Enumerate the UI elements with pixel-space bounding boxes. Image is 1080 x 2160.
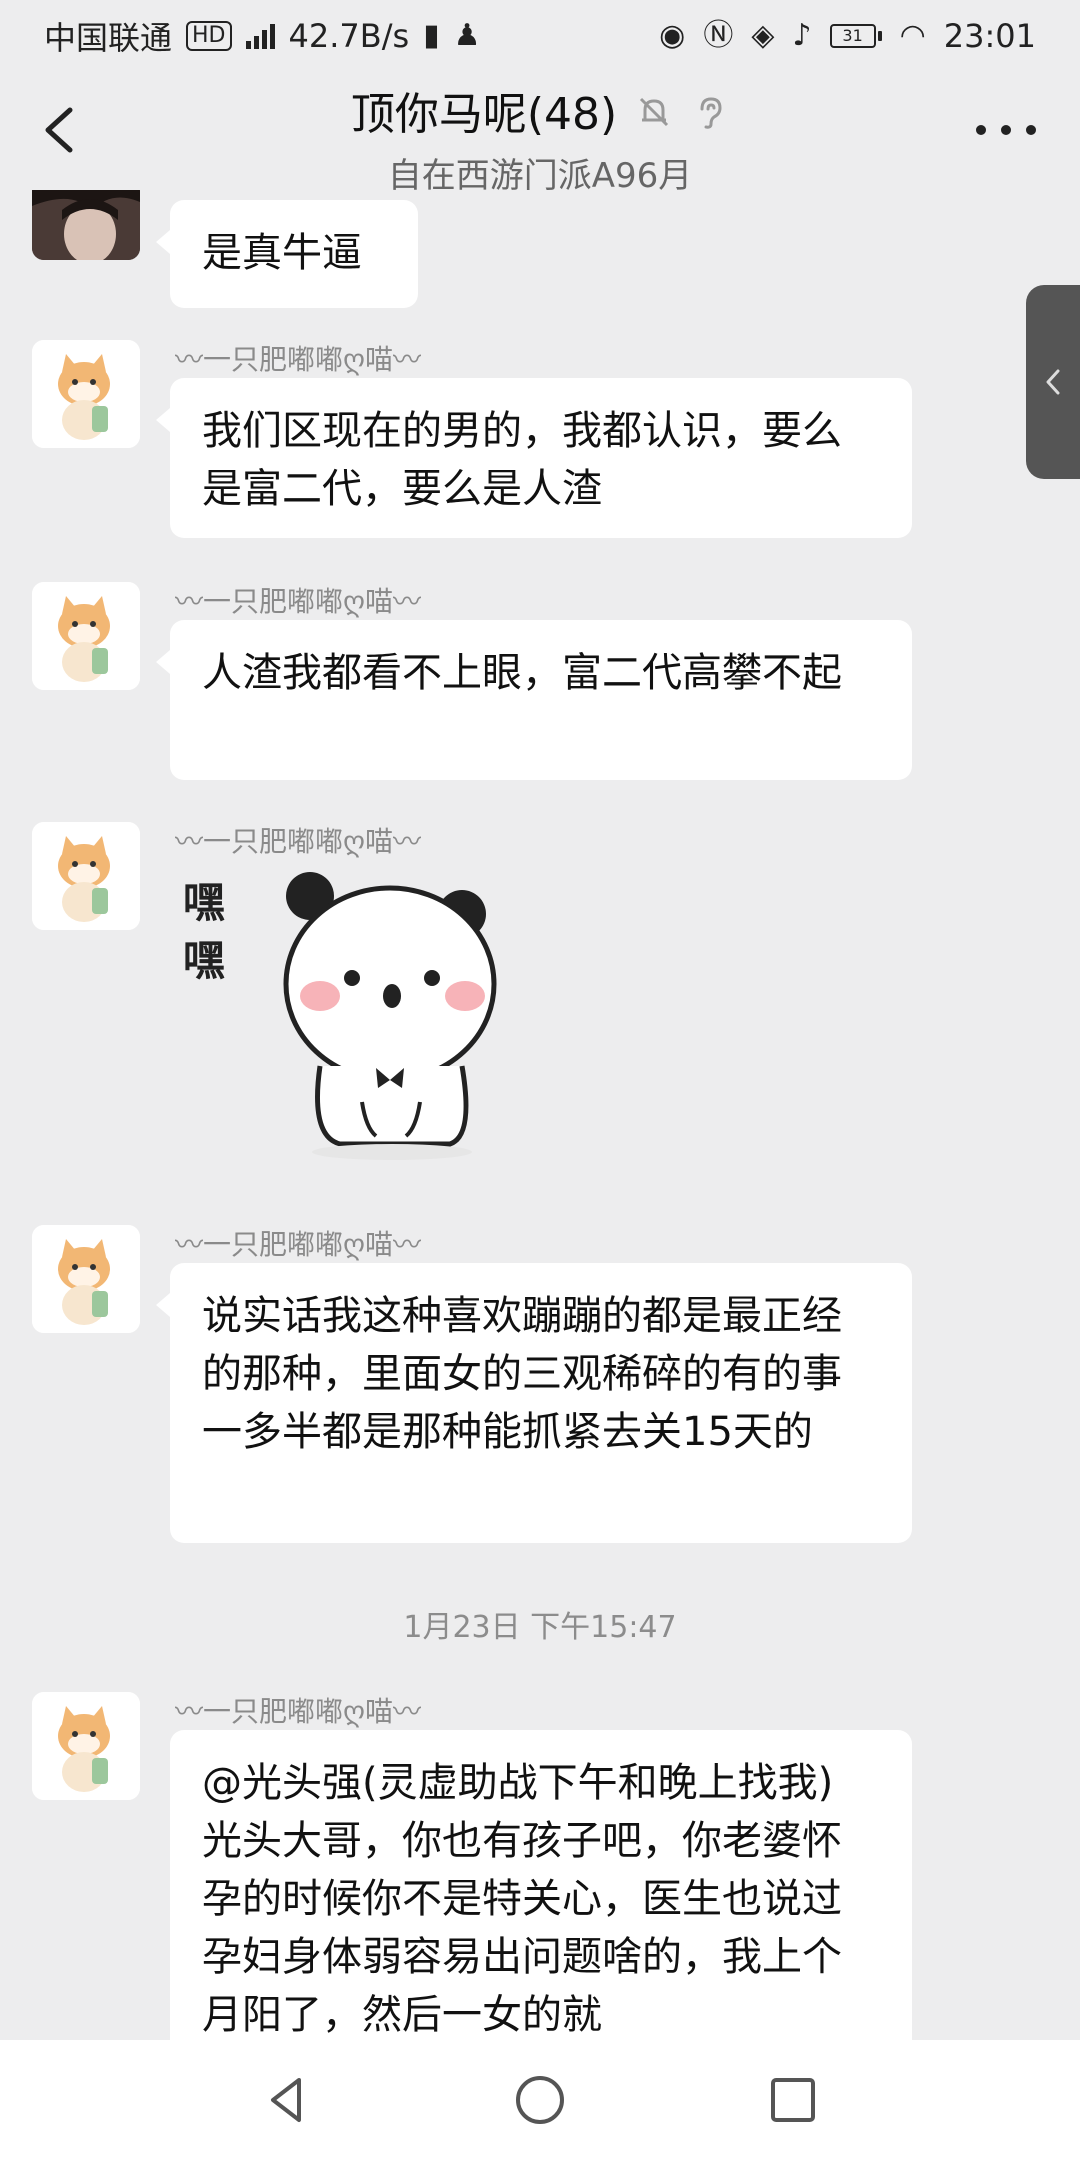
chat-header: 顶你马呢(48) 自在西游门派A96月	[0, 72, 1080, 196]
carrier-label: 中国联通	[44, 19, 173, 57]
avatar[interactable]	[32, 190, 140, 260]
timestamp: 1月23日 下午15:47	[403, 1610, 677, 1645]
eye-icon: ◉	[659, 18, 686, 53]
vibrate-icon: ◈	[751, 18, 775, 53]
message-text: @光头强(灵虚助战下午和晚上找我) 光头大哥，你也有孩子吧，你老婆怀孕的时候你不…	[202, 1760, 842, 2038]
qq-icon: ♟	[453, 18, 481, 53]
chevron-left-icon	[1046, 369, 1060, 395]
sender-name: 〰一只肥嘟嘟ღ喵〰	[175, 825, 422, 858]
clock: 23:01	[943, 17, 1036, 55]
message-list[interactable]: 是真牛逼 〰一只肥嘟嘟ღ喵〰 我们区现在的男的，我都认识，要么是富二代，要么是人…	[0, 190, 1080, 2040]
battery-saver-icon: ▮	[423, 18, 440, 53]
nfc-icon: Ⓝ	[703, 18, 734, 53]
message-text: 是真牛逼	[202, 230, 362, 276]
nav-back-button[interactable]	[257, 2070, 317, 2130]
message-bubble[interactable]: @光头强(灵虚助战下午和晚上找我) 光头大哥，你也有孩子吧，你老婆怀孕的时候你不…	[170, 1730, 912, 2040]
side-drawer-tab[interactable]	[1026, 285, 1080, 479]
message-bubble[interactable]: 我们区现在的男的，我都认识，要么是富二代，要么是人渣	[156, 378, 912, 538]
message-bubble[interactable]: 是真牛逼	[156, 200, 418, 308]
sticker-caption: 嘿嘿	[182, 878, 225, 985]
message-bubble[interactable]: 人渣我都看不上眼，富二代高攀不起	[156, 620, 912, 780]
message-bubble[interactable]: 说实话我这种喜欢蹦蹦的都是最正经的那种，里面女的三观稀碎的有的事一多半都是那种能…	[156, 1263, 912, 1543]
triangle-back-icon	[270, 2078, 301, 2122]
hd-badge: HD	[186, 21, 232, 51]
avatar[interactable]	[32, 340, 140, 448]
avatar[interactable]	[32, 822, 140, 930]
network-speed: 42.7B/s	[288, 17, 410, 55]
wifi-icon: ◠	[899, 18, 926, 53]
circle-home-icon	[515, 2076, 564, 2124]
battery-icon: 31	[829, 24, 882, 48]
avatar[interactable]	[32, 1692, 140, 1800]
signal-icon	[245, 23, 275, 49]
sender-name: 〰一只肥嘟嘟ღ喵〰	[175, 1695, 422, 1728]
message-text: 人渣我都看不上眼，富二代高攀不起	[202, 650, 842, 696]
more-options-button[interactable]	[976, 120, 1036, 140]
nav-recent-button[interactable]	[763, 2070, 823, 2130]
more-dots-icon	[976, 125, 986, 135]
system-nav-bar	[0, 2040, 1080, 2160]
status-bar: 中国联通 HD 42.7B/s ▮ ♟ ◉ Ⓝ ◈ ♪ 31 ◠ 23:01	[0, 0, 1080, 72]
sender-name: 〰一只肥嘟嘟ღ喵〰	[175, 1228, 422, 1261]
square-recent-icon	[771, 2078, 816, 2122]
sticker-message[interactable]: 嘿嘿	[170, 866, 510, 1166]
ear-icon	[691, 91, 729, 129]
page-title: 顶你马呢(48)	[350, 89, 618, 140]
message-text: 说实话我这种喜欢蹦蹦的都是最正经的那种，里面女的三观稀碎的有的事一多半都是那种能…	[202, 1293, 842, 1455]
bell-off-icon	[635, 91, 673, 129]
mute-status-icon: ♪	[792, 18, 812, 53]
nav-home-button[interactable]	[510, 2070, 570, 2130]
sender-name: 〰一只肥嘟嘟ღ喵〰	[175, 585, 422, 618]
sender-name: 〰一只肥嘟嘟ღ喵〰	[175, 343, 422, 376]
chat-screen: 中国联通 HD 42.7B/s ▮ ♟ ◉ Ⓝ ◈ ♪ 31 ◠ 23:01 顶…	[0, 0, 1080, 2160]
avatar[interactable]	[32, 1225, 140, 1333]
avatar[interactable]	[32, 582, 140, 690]
message-text: 我们区现在的男的，我都认识，要么是富二代，要么是人渣	[202, 408, 842, 512]
